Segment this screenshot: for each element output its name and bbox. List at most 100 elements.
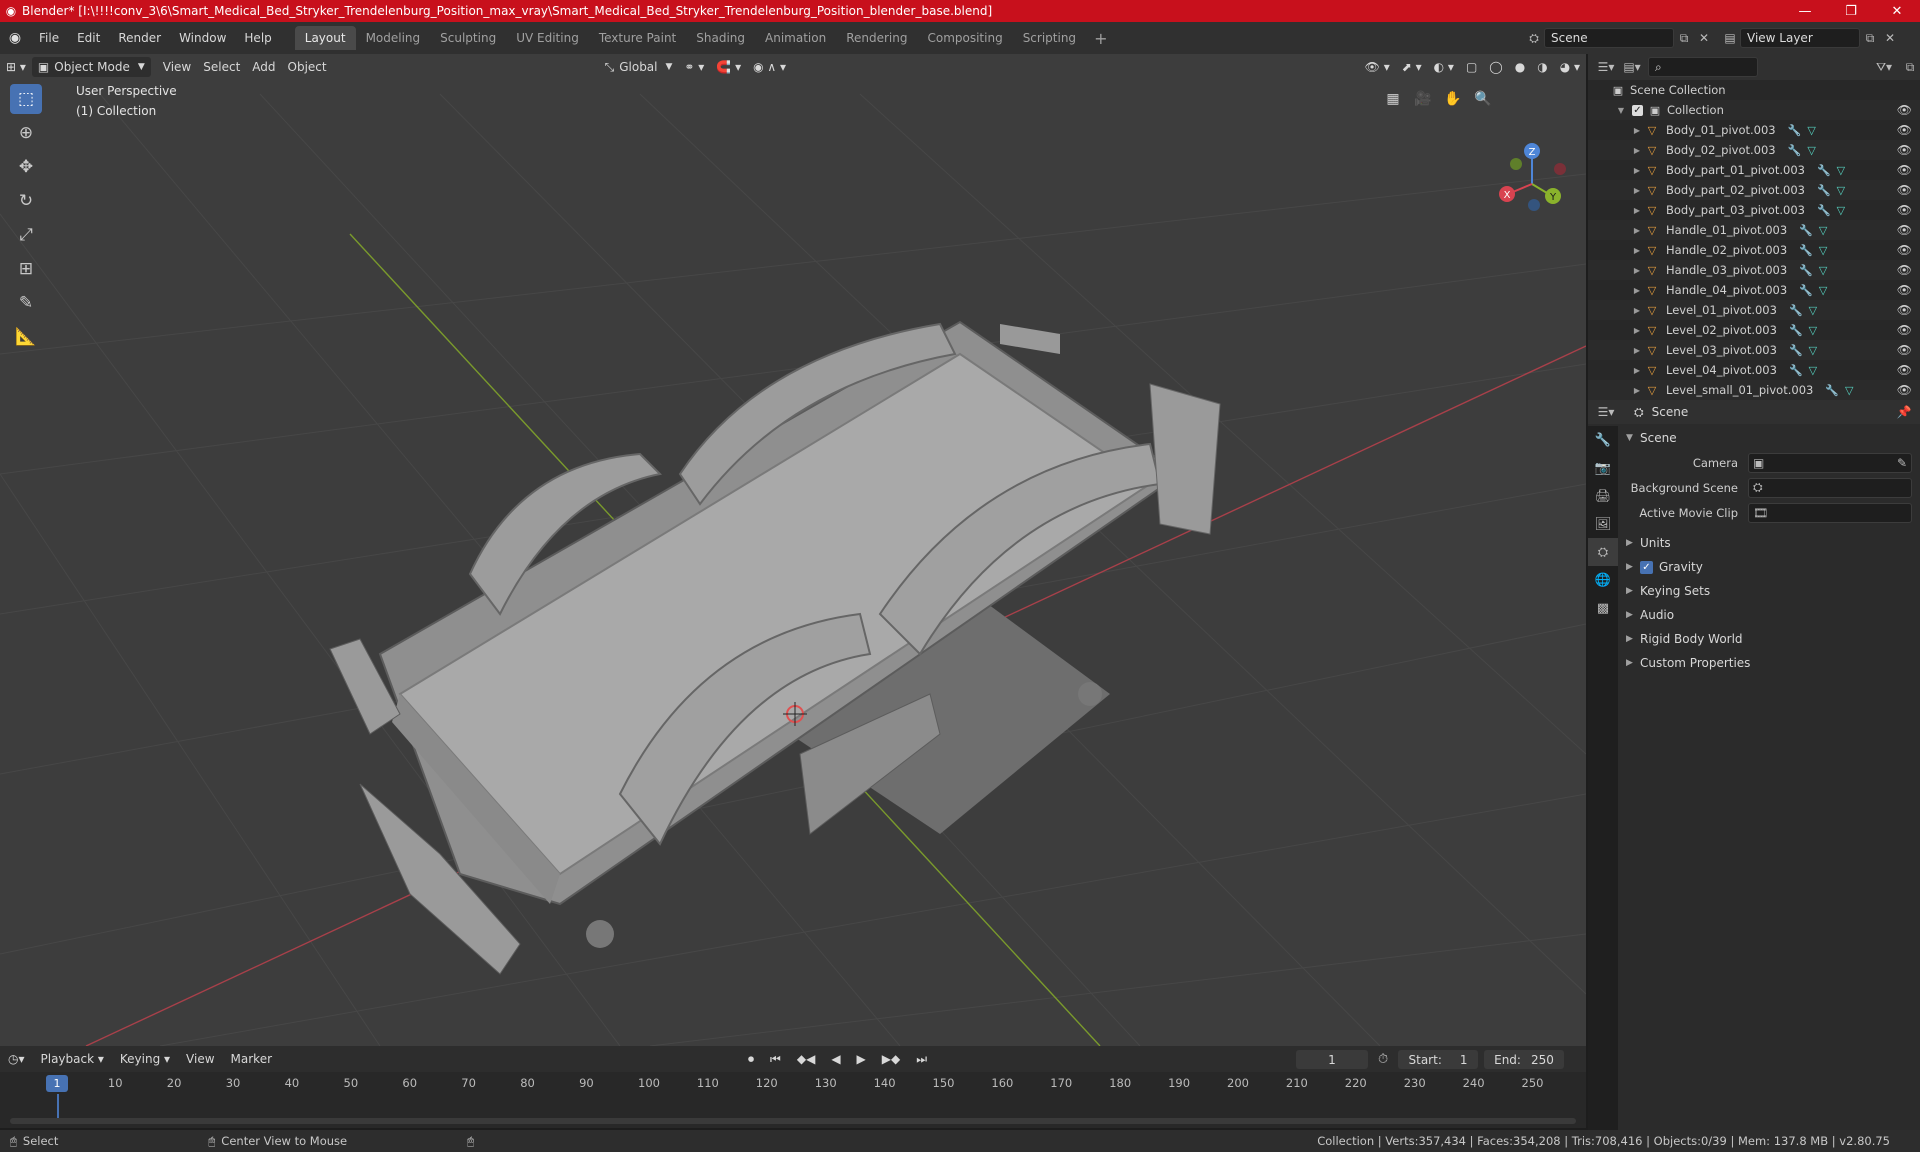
eye-icon[interactable]: 👁: [1897, 283, 1912, 297]
measure-tool-icon[interactable]: 📐: [10, 322, 42, 352]
outliner-object-row[interactable]: ▶ ▽ Body_01_pivot.003 🔧 ▽ 👁: [1588, 120, 1920, 140]
annotate-tool-icon[interactable]: ✎: [10, 288, 42, 318]
gravity-section-header[interactable]: ▶ ✓ Gravity: [1618, 555, 1920, 579]
menu-marker[interactable]: Marker: [223, 1052, 280, 1066]
menu-window[interactable]: Window: [170, 22, 235, 54]
mesh-data-icon[interactable]: ▽: [1809, 344, 1817, 357]
mesh-data-icon[interactable]: ▽: [1819, 284, 1827, 297]
expand-arrow-icon[interactable]: ▶: [1630, 246, 1644, 255]
eye-icon[interactable]: 👁: [1897, 303, 1912, 317]
eye-icon[interactable]: 👁: [1897, 343, 1912, 357]
editor-type-icon[interactable]: ⊞ ▾: [0, 57, 32, 77]
outliner-object-row[interactable]: ▶ ▽ Level_03_pivot.003 🔧 ▽ 👁: [1588, 340, 1920, 360]
menu-add[interactable]: Add: [246, 57, 281, 77]
minimize-button[interactable]: —: [1782, 0, 1828, 22]
scene-icon[interactable]: ⛭: [1524, 28, 1544, 48]
eye-icon[interactable]: 👁: [1897, 223, 1912, 237]
wireframe-shading-icon[interactable]: ◯: [1483, 57, 1508, 77]
modifier-wrench-icon[interactable]: 🔧: [1788, 124, 1802, 137]
menu-help[interactable]: Help: [235, 22, 280, 54]
mesh-data-icon[interactable]: ▽: [1819, 244, 1827, 257]
modifier-wrench-icon[interactable]: 🔧: [1817, 204, 1831, 217]
outliner-object-row[interactable]: ▶ ▽ Level_small_01_pivot.003 🔧 ▽ 👁: [1588, 380, 1920, 400]
orientation-dropdown[interactable]: ⤡ Global ▼: [599, 57, 679, 77]
snap-icon[interactable]: 🧲 ▾: [710, 57, 747, 77]
expand-arrow-icon[interactable]: ▶: [1630, 166, 1644, 175]
eye-icon[interactable]: 👁: [1897, 143, 1912, 157]
editor-type-icon[interactable]: ◷▾: [0, 1052, 33, 1066]
outliner-collection[interactable]: ▼ ✓ ▣ Collection 👁: [1588, 100, 1920, 120]
menu-keying[interactable]: Keying ▾: [112, 1052, 178, 1066]
visibility-icon[interactable]: 👁 ▾: [1359, 57, 1396, 77]
expand-arrow-icon[interactable]: ▶: [1630, 226, 1644, 235]
bed-model[interactable]: [329, 320, 1221, 975]
mesh-data-icon[interactable]: ▽: [1819, 224, 1827, 237]
eye-icon[interactable]: 👁: [1897, 323, 1912, 337]
modifier-wrench-icon[interactable]: 🔧: [1825, 384, 1839, 397]
tool-tab-icon[interactable]: 🔧: [1588, 426, 1618, 454]
material-shading-icon[interactable]: ◑: [1531, 57, 1553, 77]
view-layer-icon[interactable]: ▤: [1720, 28, 1740, 48]
modifier-wrench-icon[interactable]: 🔧: [1817, 184, 1831, 197]
expand-arrow-icon[interactable]: ▶: [1630, 286, 1644, 295]
view-layer-field[interactable]: View Layer: [1740, 28, 1860, 48]
mesh-data-icon[interactable]: ▽: [1807, 124, 1815, 137]
add-workspace-button[interactable]: +: [1086, 26, 1115, 50]
tab-texture-paint[interactable]: Texture Paint: [589, 26, 686, 50]
jump-start-icon[interactable]: ⏮: [762, 1052, 789, 1067]
timeline-scrollbar[interactable]: [10, 1118, 1576, 1124]
view-layer-tab-icon[interactable]: 🖼: [1588, 510, 1618, 538]
tab-compositing[interactable]: Compositing: [917, 26, 1012, 50]
expand-arrow-icon[interactable]: ▶: [1630, 346, 1644, 355]
outliner-object-row[interactable]: ▶ ▽ Level_01_pivot.003 🔧 ▽ 👁: [1588, 300, 1920, 320]
rigid-body-world-section-header[interactable]: ▶ Rigid Body World: [1618, 627, 1920, 651]
mesh-data-icon[interactable]: ▽: [1809, 304, 1817, 317]
world-tab-icon[interactable]: 🌐: [1588, 566, 1618, 594]
outliner-object-row[interactable]: ▶ ▽ Handle_04_pivot.003 🔧 ▽ 👁: [1588, 280, 1920, 300]
outliner-object-row[interactable]: ▶ ▽ Level_04_pivot.003 🔧 ▽ 👁: [1588, 360, 1920, 380]
maximize-button[interactable]: ❐: [1828, 0, 1874, 22]
next-keyframe-icon[interactable]: ▶◆: [874, 1052, 908, 1066]
outliner-search-input[interactable]: ⌕: [1648, 57, 1758, 77]
background-scene-field[interactable]: ⛭: [1748, 477, 1912, 498]
outliner-object-row[interactable]: ▶ ▽ Body_part_01_pivot.003 🔧 ▽ 👁: [1588, 160, 1920, 180]
rotate-tool-icon[interactable]: ↻: [10, 186, 42, 216]
modifier-wrench-icon[interactable]: 🔧: [1789, 304, 1803, 317]
modifier-wrench-icon[interactable]: 🔧: [1789, 364, 1803, 377]
modifier-wrench-icon[interactable]: 🔧: [1799, 284, 1813, 297]
mesh-data-icon[interactable]: ▽: [1837, 204, 1845, 217]
new-collection-icon[interactable]: ⧉: [1900, 57, 1920, 77]
3d-viewport[interactable]: Z Y X ⊞ ▾ ▣ Object Mode ▼ View Select Ad…: [0, 54, 1586, 1046]
play-icon[interactable]: ▶: [849, 1052, 874, 1066]
rendered-shading-icon[interactable]: ◕ ▾: [1554, 57, 1586, 77]
tab-modeling[interactable]: Modeling: [356, 26, 431, 50]
tab-rendering[interactable]: Rendering: [836, 26, 917, 50]
remove-scene-icon[interactable]: ✕: [1694, 28, 1714, 48]
end-frame-field[interactable]: End: 250: [1484, 1050, 1564, 1069]
camera-field[interactable]: ▣ ✎: [1748, 452, 1912, 473]
menu-view[interactable]: View: [157, 57, 197, 77]
mode-dropdown[interactable]: ▣ Object Mode ▼: [31, 57, 151, 77]
outliner-object-row[interactable]: ▶ ▽ Body_part_02_pivot.003 🔧 ▽ 👁: [1588, 180, 1920, 200]
gizmo-toggle-icon[interactable]: ⬈ ▾: [1396, 57, 1428, 77]
cursor-tool-icon[interactable]: ⊕: [10, 118, 42, 148]
expand-arrow-icon[interactable]: ▶: [1630, 306, 1644, 315]
expand-arrow-icon[interactable]: ▶: [1630, 386, 1644, 395]
tab-uv-editing[interactable]: UV Editing: [506, 26, 589, 50]
expand-arrow-icon[interactable]: ▶: [1630, 326, 1644, 335]
menu-file[interactable]: File: [30, 22, 68, 54]
stopwatch-icon[interactable]: ⏱: [1378, 1052, 1388, 1067]
modifier-wrench-icon[interactable]: 🔧: [1788, 144, 1802, 157]
editor-type-icon[interactable]: ☰▾: [1596, 57, 1616, 77]
expand-arrow-icon[interactable]: ▶: [1630, 266, 1644, 275]
play-reverse-icon[interactable]: ◀: [823, 1052, 848, 1066]
pin-icon[interactable]: 📌: [1894, 402, 1914, 422]
tab-sculpting[interactable]: Sculpting: [430, 26, 506, 50]
camera-view-icon[interactable]: 🎥: [1410, 86, 1436, 112]
remove-view-layer-icon[interactable]: ✕: [1880, 28, 1900, 48]
menu-view[interactable]: View: [178, 1052, 222, 1066]
mesh-data-icon[interactable]: ▽: [1819, 264, 1827, 277]
new-view-layer-icon[interactable]: ⧉: [1860, 28, 1880, 48]
custom-properties-section-header[interactable]: ▶ Custom Properties: [1618, 651, 1920, 675]
current-frame-marker[interactable]: 1: [46, 1075, 68, 1092]
